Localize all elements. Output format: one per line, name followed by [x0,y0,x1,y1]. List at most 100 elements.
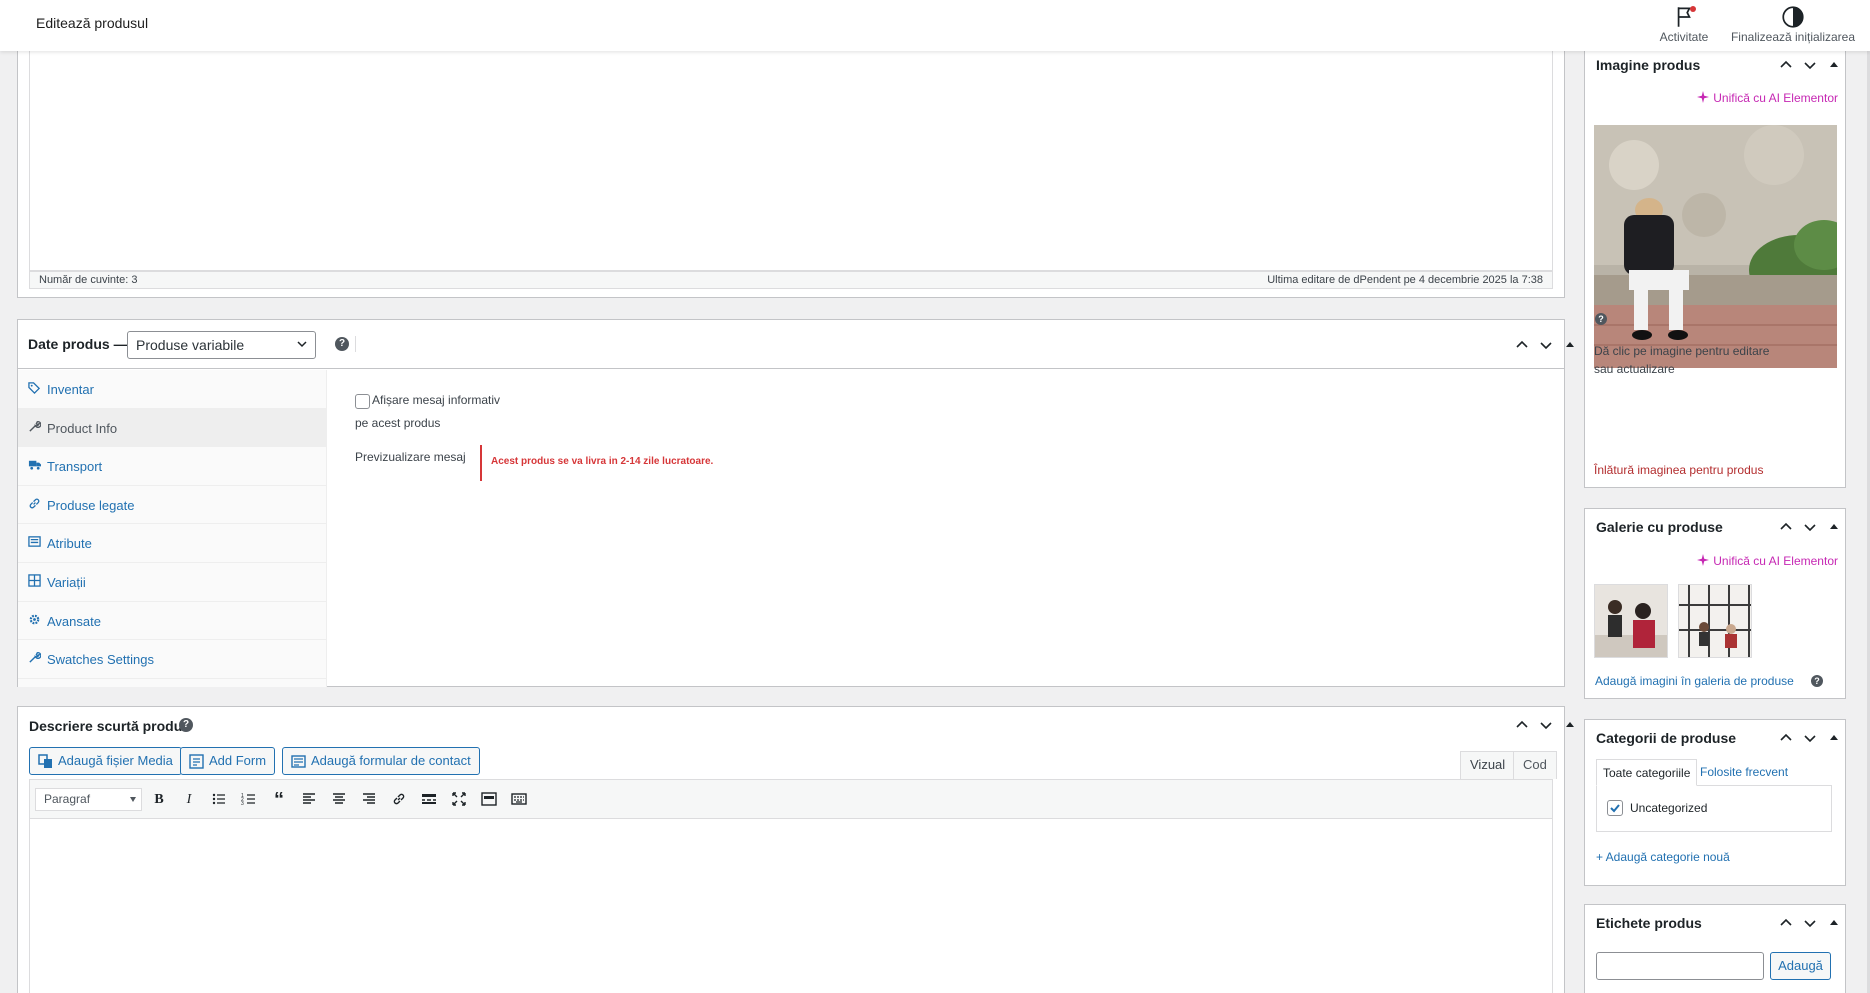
tab-transport[interactable]: Transport [18,447,326,486]
product-info-panel: Afișare mesaj informativ pe acest produs… [328,370,1564,687]
product-image-box: Imagine produs Unifică cu AI Elementor ?… [1584,51,1846,488]
help-icon[interactable]: ? [1811,675,1823,687]
preview-message: Acest produs se va livra in 2-14 zile lu… [480,445,713,481]
format-select[interactable]: Paragraf [35,788,142,811]
add-gallery-images-link[interactable]: Adaugă imagini în galeria de produse [1595,674,1794,688]
activity-button[interactable]: Activitate [1654,4,1714,44]
gallery-thumbnail[interactable] [1678,584,1752,658]
help-icon[interactable]: ? [179,718,193,732]
add-category-link[interactable]: + Adaugă categorie nouă [1596,850,1730,864]
finish-setup-label: Finalizează inițializarea [1730,30,1856,44]
tab-inventar[interactable]: Inventar [18,370,326,409]
tab-visual[interactable]: Vizual [1460,751,1516,779]
page-title: Editează produsul [36,15,149,31]
help-icon[interactable]: ? [335,337,349,351]
ai-elementor-link[interactable]: Unifică cu AI Elementor [1697,554,1838,568]
move-down-icon[interactable] [1801,729,1819,747]
divider [355,336,356,352]
move-down-icon[interactable] [1537,336,1555,354]
help-icon[interactable]: ? [1595,313,1607,325]
add-tag-button[interactable]: Adaugă [1770,952,1831,980]
short-description-header: Descriere scurtă produs ? [18,707,1574,744]
info-message-checkbox[interactable] [355,394,370,409]
move-down-icon[interactable] [1801,56,1819,74]
tag-input[interactable] [1596,952,1764,980]
contrast-icon [1728,4,1858,30]
move-up-icon[interactable] [1777,518,1795,536]
move-down-icon[interactable] [1801,518,1819,536]
product-categories-header: Categorii de produse [1585,720,1845,756]
content-editor-area[interactable] [29,51,1553,271]
flag-icon [1654,4,1714,30]
bold-icon[interactable]: B [150,791,168,809]
tab-frequent-categories[interactable]: Folosite frecvent [1694,759,1794,786]
bullet-list-icon[interactable] [210,791,228,809]
check-icon [1610,804,1620,813]
product-type-select[interactable]: Produse variabile [127,331,316,359]
move-up-icon[interactable] [1513,716,1531,734]
tab-code[interactable]: Cod [1513,751,1557,779]
sparkle-icon [1697,91,1710,103]
tab-avansate[interactable]: Avansate [18,602,326,641]
gallery-thumbnail[interactable] [1594,584,1668,658]
gear-icon [29,614,40,624]
tab-produse-legate[interactable]: Produse legate [18,486,326,525]
category-list: Uncategorized [1596,785,1832,832]
editor-toolbar: Paragraf B I 123 “ [29,779,1553,819]
move-up-icon[interactable] [1777,56,1795,74]
finish-setup-button[interactable]: Finalizează inițializarea [1728,4,1858,44]
tab-atribute[interactable]: Atribute [18,524,326,563]
collapse-icon[interactable] [1825,729,1843,747]
collapse-icon[interactable] [1561,336,1579,354]
move-up-icon[interactable] [1777,729,1795,747]
ai-elementor-link[interactable]: Unifică cu AI Elementor [1697,91,1838,105]
tab-variatii[interactable]: Variații [18,563,326,602]
add-form-button[interactable]: Add Form [180,747,276,775]
product-data-header: Date produs — Produse variabile ? [18,320,1574,369]
read-more-icon[interactable] [420,791,438,809]
word-count: Număr de cuvinte: 3 [39,274,138,286]
short-description-editor[interactable] [29,818,1553,993]
toolbar-toggle-icon[interactable] [480,791,498,809]
numbered-list-icon[interactable]: 123 [240,791,258,809]
italic-icon[interactable]: I [180,791,198,809]
product-tags-box: Etichete produs Adaugă [1584,904,1846,993]
move-down-icon[interactable] [1801,914,1819,932]
category-checkbox[interactable] [1607,800,1623,816]
remove-image-link[interactable]: Înlătură imaginea pentru produs [1594,463,1763,477]
product-tags-title: Etichete produs [1596,915,1702,931]
move-up-icon[interactable] [1777,914,1795,932]
move-down-icon[interactable] [1537,716,1555,734]
preview-label: Previzualizare mesaj [355,450,466,464]
move-up-icon[interactable] [1513,336,1531,354]
add-media-button[interactable]: Adaugă fișier Media [29,747,182,775]
collapse-icon[interactable] [1561,716,1579,734]
align-right-icon[interactable] [360,791,378,809]
wrench-icon [29,420,41,432]
blockquote-icon[interactable]: “ [270,790,288,810]
tab-product-info[interactable]: Product Info [18,408,326,448]
tag-icon [28,382,41,394]
product-gallery-box: Galerie cu produse Unifică cu AI Element… [1584,508,1846,699]
wrench-icon [29,652,41,663]
align-center-icon[interactable] [330,791,348,809]
product-image[interactable] [1594,125,1837,368]
fullscreen-icon[interactable] [450,791,468,809]
top-bar: Editează produsul Activitate Finalizează… [0,0,1870,51]
add-contact-form-button[interactable]: Adaugă formular de contact [282,747,480,775]
tab-all-categories[interactable]: Toate categoriile [1596,759,1698,786]
keyboard-icon[interactable] [510,791,528,809]
product-image-title: Imagine produs [1596,57,1701,73]
product-data-tabs: Inventar Product Info Transport Produse … [18,370,327,687]
collapse-icon[interactable] [1825,518,1843,536]
last-edit-info: Ultima editare de dPendent pe 4 decembri… [1267,274,1543,286]
collapse-icon[interactable] [1825,914,1843,932]
link-icon[interactable] [390,791,408,809]
editor-status-bar: Număr de cuvinte: 3 Ultima editare de dP… [29,271,1553,289]
product-image-header: Imagine produs [1585,51,1845,81]
align-left-icon[interactable] [300,791,318,809]
collapse-icon[interactable] [1825,56,1843,74]
link-icon [29,498,40,509]
product-categories-box: Categorii de produse Toate categoriile F… [1584,719,1846,886]
tab-swatches-settings[interactable]: Swatches Settings [18,640,326,679]
